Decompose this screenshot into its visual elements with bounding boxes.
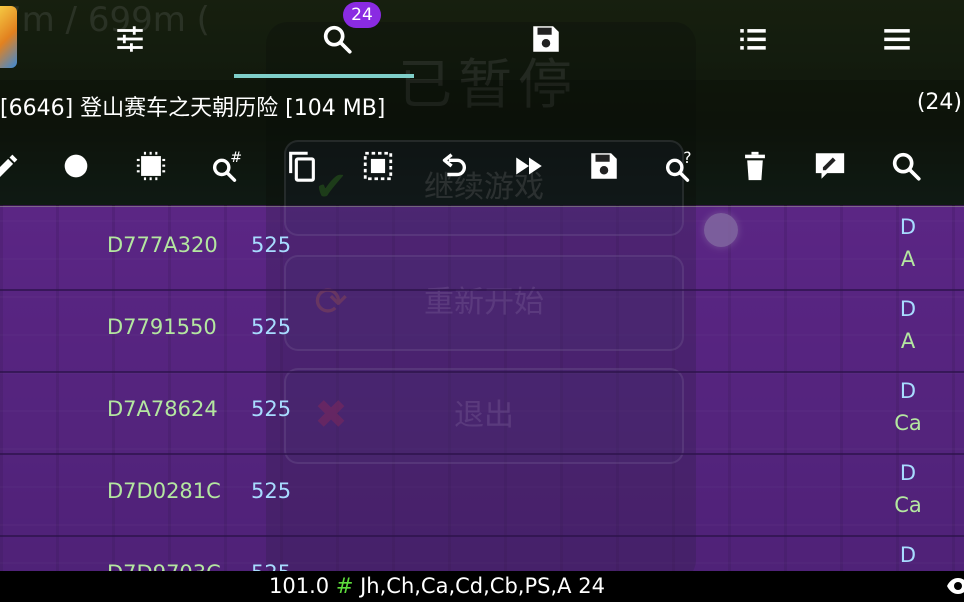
result-address: D7D0281C bbox=[107, 479, 221, 503]
status-text: 101.0 # Jh,Ch,Ca,Cd,Cb,PS,A 24 bbox=[269, 574, 605, 598]
result-value: 525 bbox=[251, 315, 292, 339]
delete-button[interactable] bbox=[735, 146, 775, 186]
result-region: A bbox=[900, 247, 916, 271]
result-row[interactable]: D7791550 525 D A bbox=[0, 289, 964, 373]
select-all-icon bbox=[363, 151, 393, 181]
search-icon bbox=[323, 25, 352, 54]
select-all-button[interactable] bbox=[358, 146, 398, 186]
search-hash-icon: # bbox=[212, 150, 242, 182]
edit-message-icon bbox=[815, 153, 845, 179]
tab-menu[interactable] bbox=[873, 14, 921, 64]
record-button[interactable] bbox=[56, 146, 96, 186]
process-name: [6646] 登山赛车之天朝历险 [104 MB] bbox=[0, 96, 386, 121]
status-count: 24 bbox=[578, 574, 605, 598]
fuzzy-search-icon: ? bbox=[665, 149, 692, 182]
results-list: D777A320 525 D A D7791550 525 D A D7A786… bbox=[0, 207, 964, 571]
list-icon bbox=[740, 29, 766, 50]
result-address: D777A320 bbox=[107, 233, 218, 257]
top-tab-bar: 24 bbox=[0, 0, 964, 80]
svg-text:#: # bbox=[230, 150, 242, 166]
active-tab-indicator bbox=[234, 74, 414, 78]
result-address: D7D9703C bbox=[107, 561, 221, 571]
edit-message-button[interactable] bbox=[810, 146, 850, 186]
undo-icon bbox=[442, 153, 466, 177]
undo-button[interactable] bbox=[433, 146, 473, 186]
result-type: D bbox=[899, 297, 917, 321]
result-type: D bbox=[899, 461, 917, 485]
result-region: A bbox=[900, 329, 916, 353]
speed-value: 101.0 bbox=[269, 574, 330, 598]
memory-regions: Jh,Ch,Ca,Cd,Cb,PS,A bbox=[360, 574, 572, 598]
result-type: D bbox=[899, 379, 917, 403]
result-address: D7A78624 bbox=[107, 397, 218, 421]
result-count: (24) bbox=[916, 90, 962, 115]
save-icon bbox=[591, 153, 617, 179]
app-icon[interactable] bbox=[0, 6, 17, 68]
copy-button[interactable] bbox=[282, 146, 322, 186]
result-address: D7791550 bbox=[107, 315, 217, 339]
result-type: D bbox=[899, 215, 917, 239]
search-button[interactable] bbox=[886, 146, 926, 186]
fast-forward-button[interactable] bbox=[509, 146, 549, 186]
memory-button[interactable] bbox=[131, 146, 171, 186]
result-region: Ca bbox=[894, 411, 922, 435]
hash-symbol: # bbox=[335, 574, 354, 598]
result-row[interactable]: D7D0281C 525 D Ca bbox=[0, 453, 964, 537]
result-row[interactable]: D777A320 525 D A bbox=[0, 207, 964, 291]
result-region: Ca bbox=[894, 493, 922, 517]
result-type: D bbox=[899, 543, 917, 567]
process-bar[interactable]: [6646] 登山赛车之天朝历险 [104 MB] (24) bbox=[0, 80, 964, 126]
search-hash-button[interactable]: # bbox=[206, 146, 246, 186]
search-results-badge: 24 bbox=[343, 2, 381, 28]
result-value: 525 bbox=[251, 479, 292, 503]
sliders-icon bbox=[117, 26, 143, 52]
search-icon bbox=[892, 152, 921, 181]
result-value: 525 bbox=[251, 561, 291, 571]
delete-icon bbox=[745, 151, 765, 181]
tab-settings[interactable] bbox=[106, 14, 154, 64]
edit-all-button[interactable] bbox=[0, 146, 26, 186]
tab-list[interactable] bbox=[729, 14, 777, 64]
save-button[interactable] bbox=[584, 146, 624, 186]
result-value: 525 bbox=[251, 397, 292, 421]
fast-forward-icon bbox=[516, 157, 542, 175]
memory-chip-icon bbox=[136, 151, 166, 181]
result-value: 525 bbox=[251, 233, 292, 257]
result-row[interactable]: D7D9703C 525 D bbox=[0, 535, 964, 571]
status-bar: 101.0 # Jh,Ch,Ca,Cd,Cb,PS,A 24 bbox=[0, 571, 964, 602]
action-toolbar: # ? bbox=[0, 126, 964, 207]
tab-saved[interactable] bbox=[522, 14, 570, 64]
fuzzy-search-button[interactable]: ? bbox=[659, 146, 699, 186]
hamburger-menu-icon bbox=[884, 29, 910, 50]
record-icon bbox=[64, 154, 88, 178]
floppy-disk-icon bbox=[533, 26, 559, 52]
edit-all-icon bbox=[0, 154, 18, 177]
copy-icon bbox=[289, 151, 315, 182]
svg-text:?: ? bbox=[683, 149, 691, 167]
result-row[interactable]: D7A78624 525 D Ca bbox=[0, 371, 964, 455]
eye-icon[interactable] bbox=[946, 575, 964, 597]
